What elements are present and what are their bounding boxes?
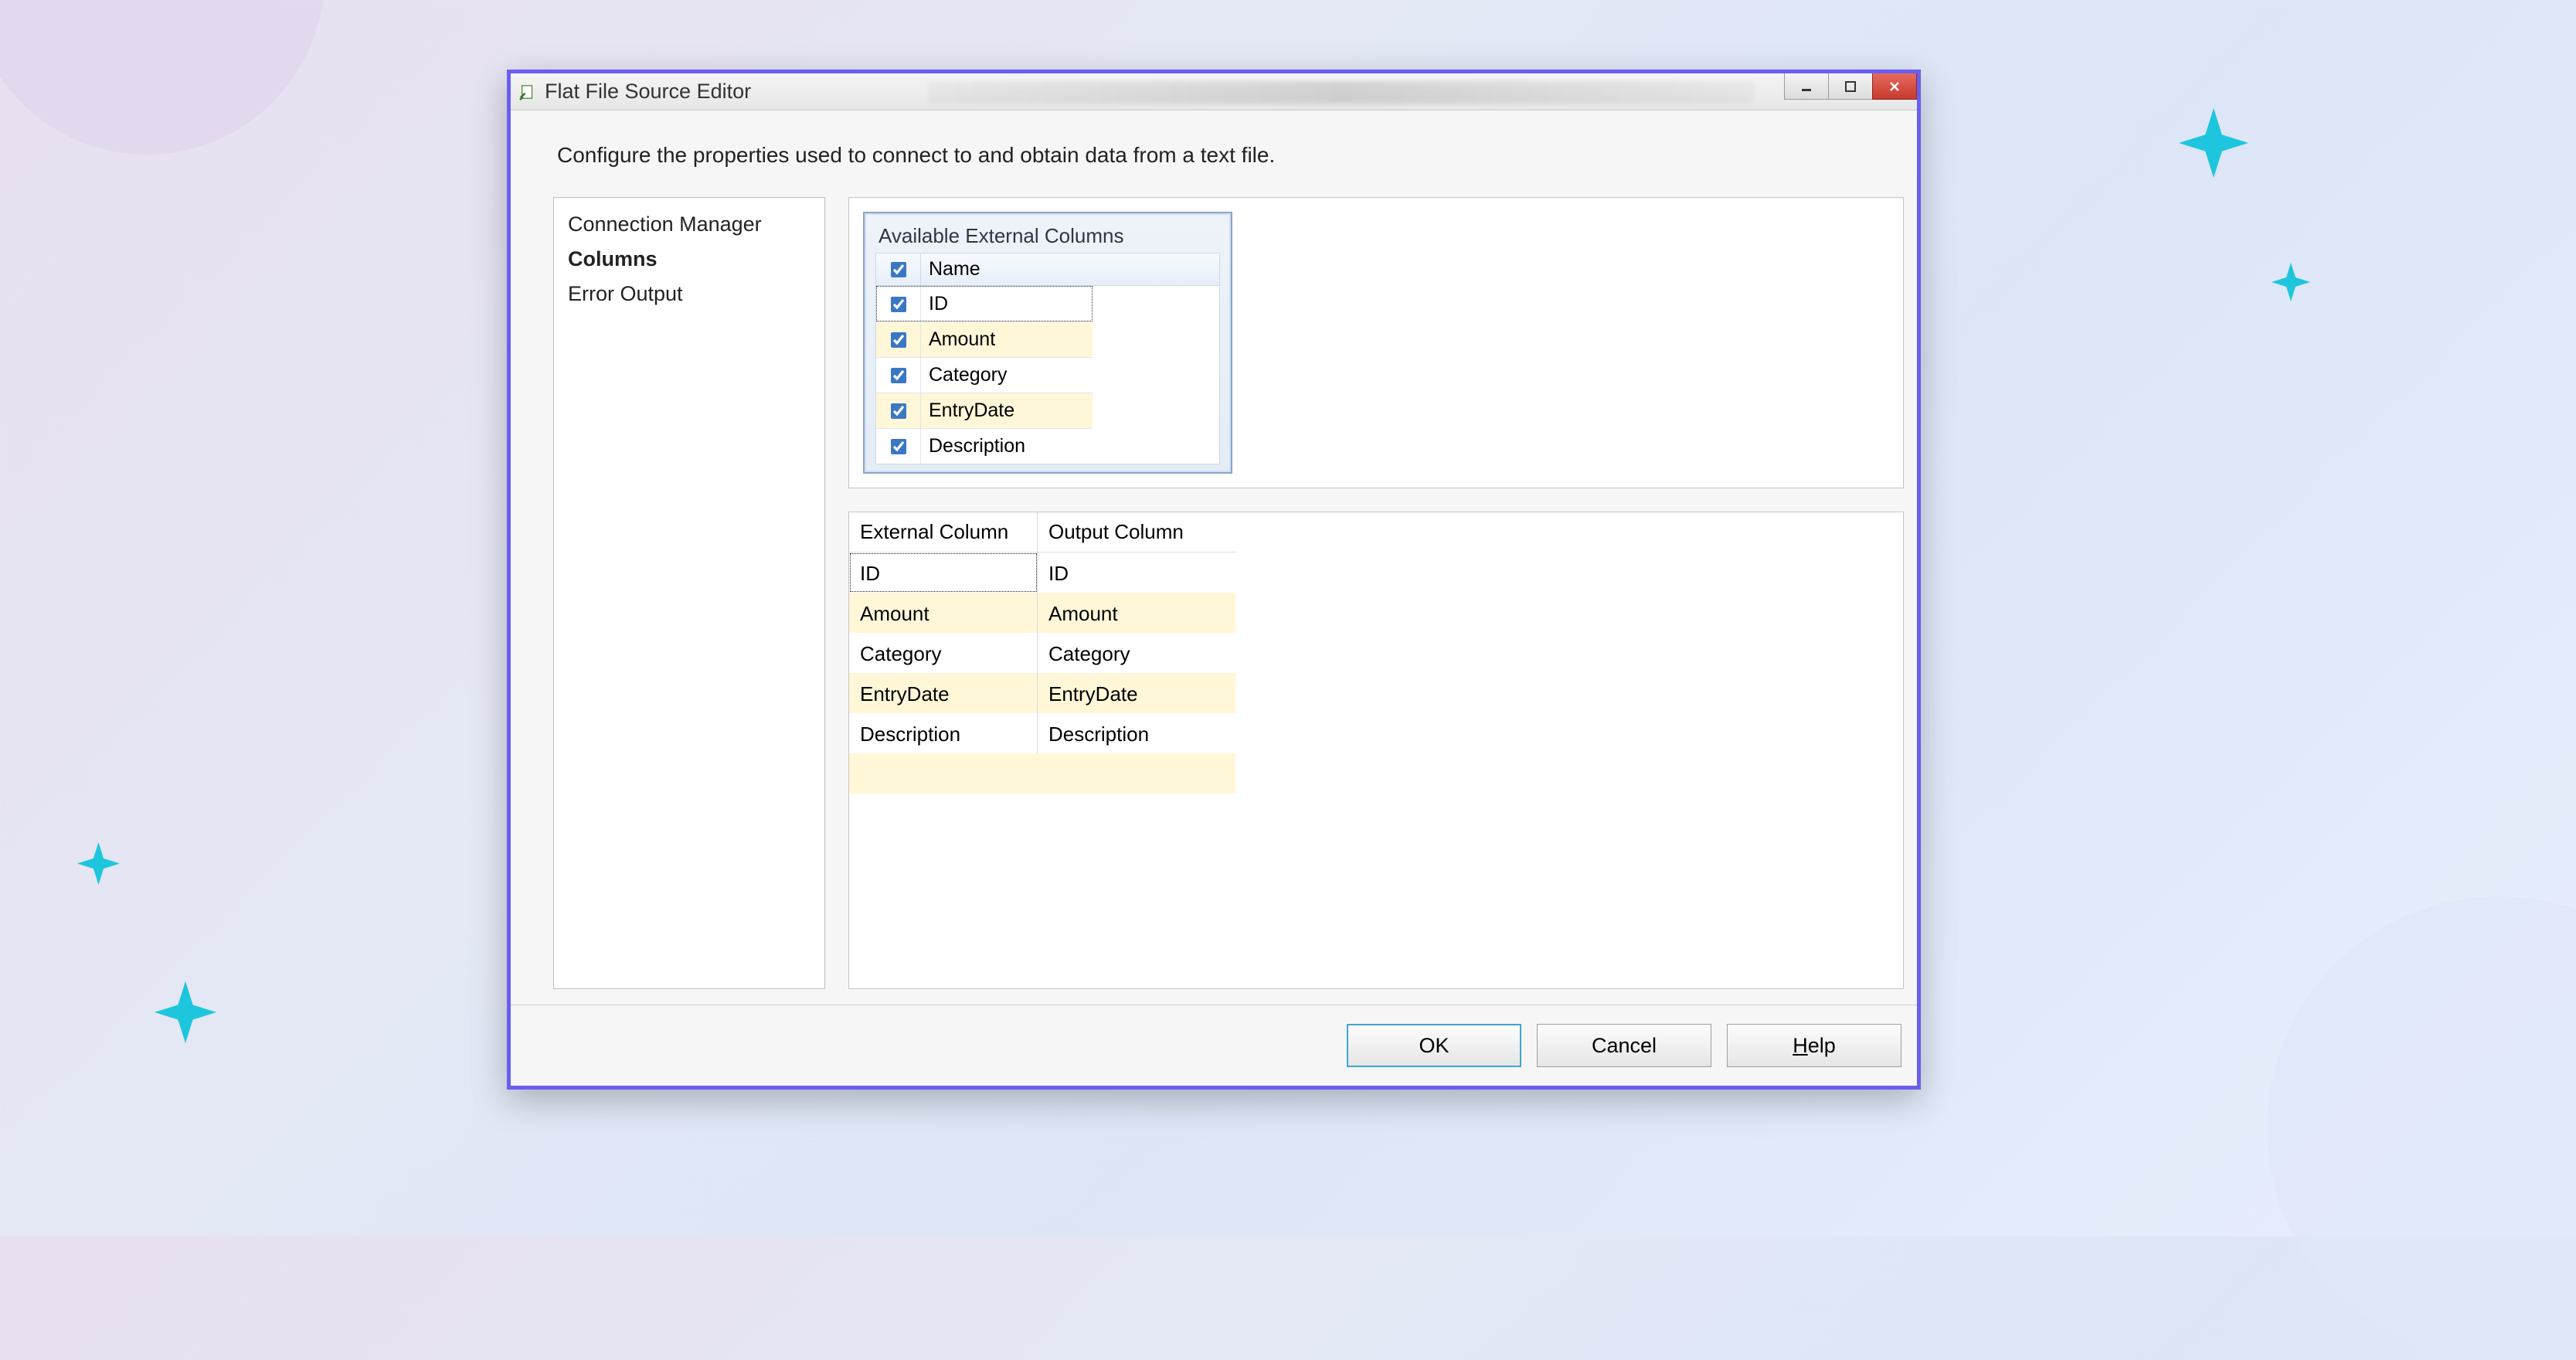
output-column-cell[interactable]: EntryDate [1038, 673, 1235, 713]
column-checkbox[interactable] [876, 321, 921, 357]
external-column-cell[interactable]: ID [849, 552, 1038, 593]
mapping-row[interactable]: DescriptionDescription [849, 713, 1235, 753]
mapping-row[interactable]: CategoryCategory [849, 633, 1235, 673]
sidebar-item-connection-manager[interactable]: Connection Manager [568, 207, 811, 242]
column-checkbox[interactable] [876, 357, 921, 393]
header-output-column[interactable]: Output Column [1038, 512, 1235, 552]
ok-button[interactable]: OK [1347, 1024, 1521, 1067]
dialog-window: Flat File Source Editor Configure the pr… [507, 70, 1921, 1090]
column-checkbox[interactable] [876, 428, 921, 464]
sparkle-icon [155, 981, 216, 1043]
column-checkbox[interactable] [876, 393, 921, 428]
available-columns-box: Available External Columns Name IDAmount… [863, 212, 1232, 474]
header-external-column[interactable]: External Column [849, 512, 1038, 552]
column-header-name[interactable]: Name [921, 253, 1219, 286]
close-button[interactable] [1872, 73, 1917, 100]
available-column-row[interactable]: ID [876, 286, 1093, 321]
column-label: Description [921, 428, 1093, 464]
column-checkbox[interactable] [876, 286, 921, 321]
external-column-cell[interactable]: Amount [849, 593, 1038, 633]
dialog-description: Configure the properties used to connect… [511, 110, 1917, 182]
column-mapping-grid: External Column Output Column IDIDAmount… [848, 512, 1904, 989]
empty-row[interactable] [849, 753, 1235, 794]
maximize-button[interactable] [1828, 73, 1873, 100]
page-selector-panel: Connection Manager Columns Error Output [553, 197, 825, 989]
bg-decoration [0, 0, 325, 155]
column-label: ID [921, 286, 1093, 321]
titlebar-blur [928, 81, 1755, 104]
sparkle-icon [77, 842, 120, 885]
external-column-cell[interactable]: Category [849, 633, 1038, 673]
available-column-row[interactable]: Description [876, 428, 1093, 464]
sidebar-item-error-output[interactable]: Error Output [568, 277, 811, 311]
available-columns-title: Available External Columns [875, 224, 1220, 248]
output-column-cell[interactable]: ID [1038, 552, 1235, 593]
output-column-cell[interactable]: Amount [1038, 593, 1235, 633]
column-label: Amount [921, 321, 1093, 357]
sparkle-icon [2179, 108, 2248, 178]
available-column-row[interactable]: Category [876, 357, 1093, 393]
cancel-button[interactable]: Cancel [1537, 1024, 1711, 1067]
column-label: EntryDate [921, 393, 1093, 428]
external-column-cell[interactable]: Description [849, 713, 1038, 753]
titlebar[interactable]: Flat File Source Editor [511, 73, 1917, 110]
output-column-cell[interactable]: Category [1038, 633, 1235, 673]
column-label: Category [921, 357, 1093, 393]
dialog-footer: OK Cancel Help [511, 1005, 1917, 1086]
mapping-row[interactable]: EntryDateEntryDate [849, 673, 1235, 713]
sidebar-item-columns[interactable]: Columns [568, 242, 811, 277]
sparkle-icon [2272, 263, 2310, 301]
columns-page: Available External Columns Name IDAmount… [848, 197, 1908, 989]
external-column-cell[interactable]: EntryDate [849, 673, 1038, 713]
select-all-checkbox[interactable] [876, 253, 921, 286]
available-column-row[interactable]: Amount [876, 321, 1093, 357]
mapping-row[interactable]: AmountAmount [849, 593, 1235, 633]
output-column-cell[interactable]: Description [1038, 713, 1235, 753]
minimize-button[interactable] [1784, 73, 1829, 100]
available-column-row[interactable]: EntryDate [876, 393, 1093, 428]
mapping-row[interactable]: IDID [849, 552, 1235, 593]
window-title: Flat File Source Editor [545, 80, 751, 104]
bg-decoration [2267, 896, 2576, 1360]
app-icon [517, 81, 539, 103]
help-button[interactable]: Help [1727, 1024, 1901, 1067]
